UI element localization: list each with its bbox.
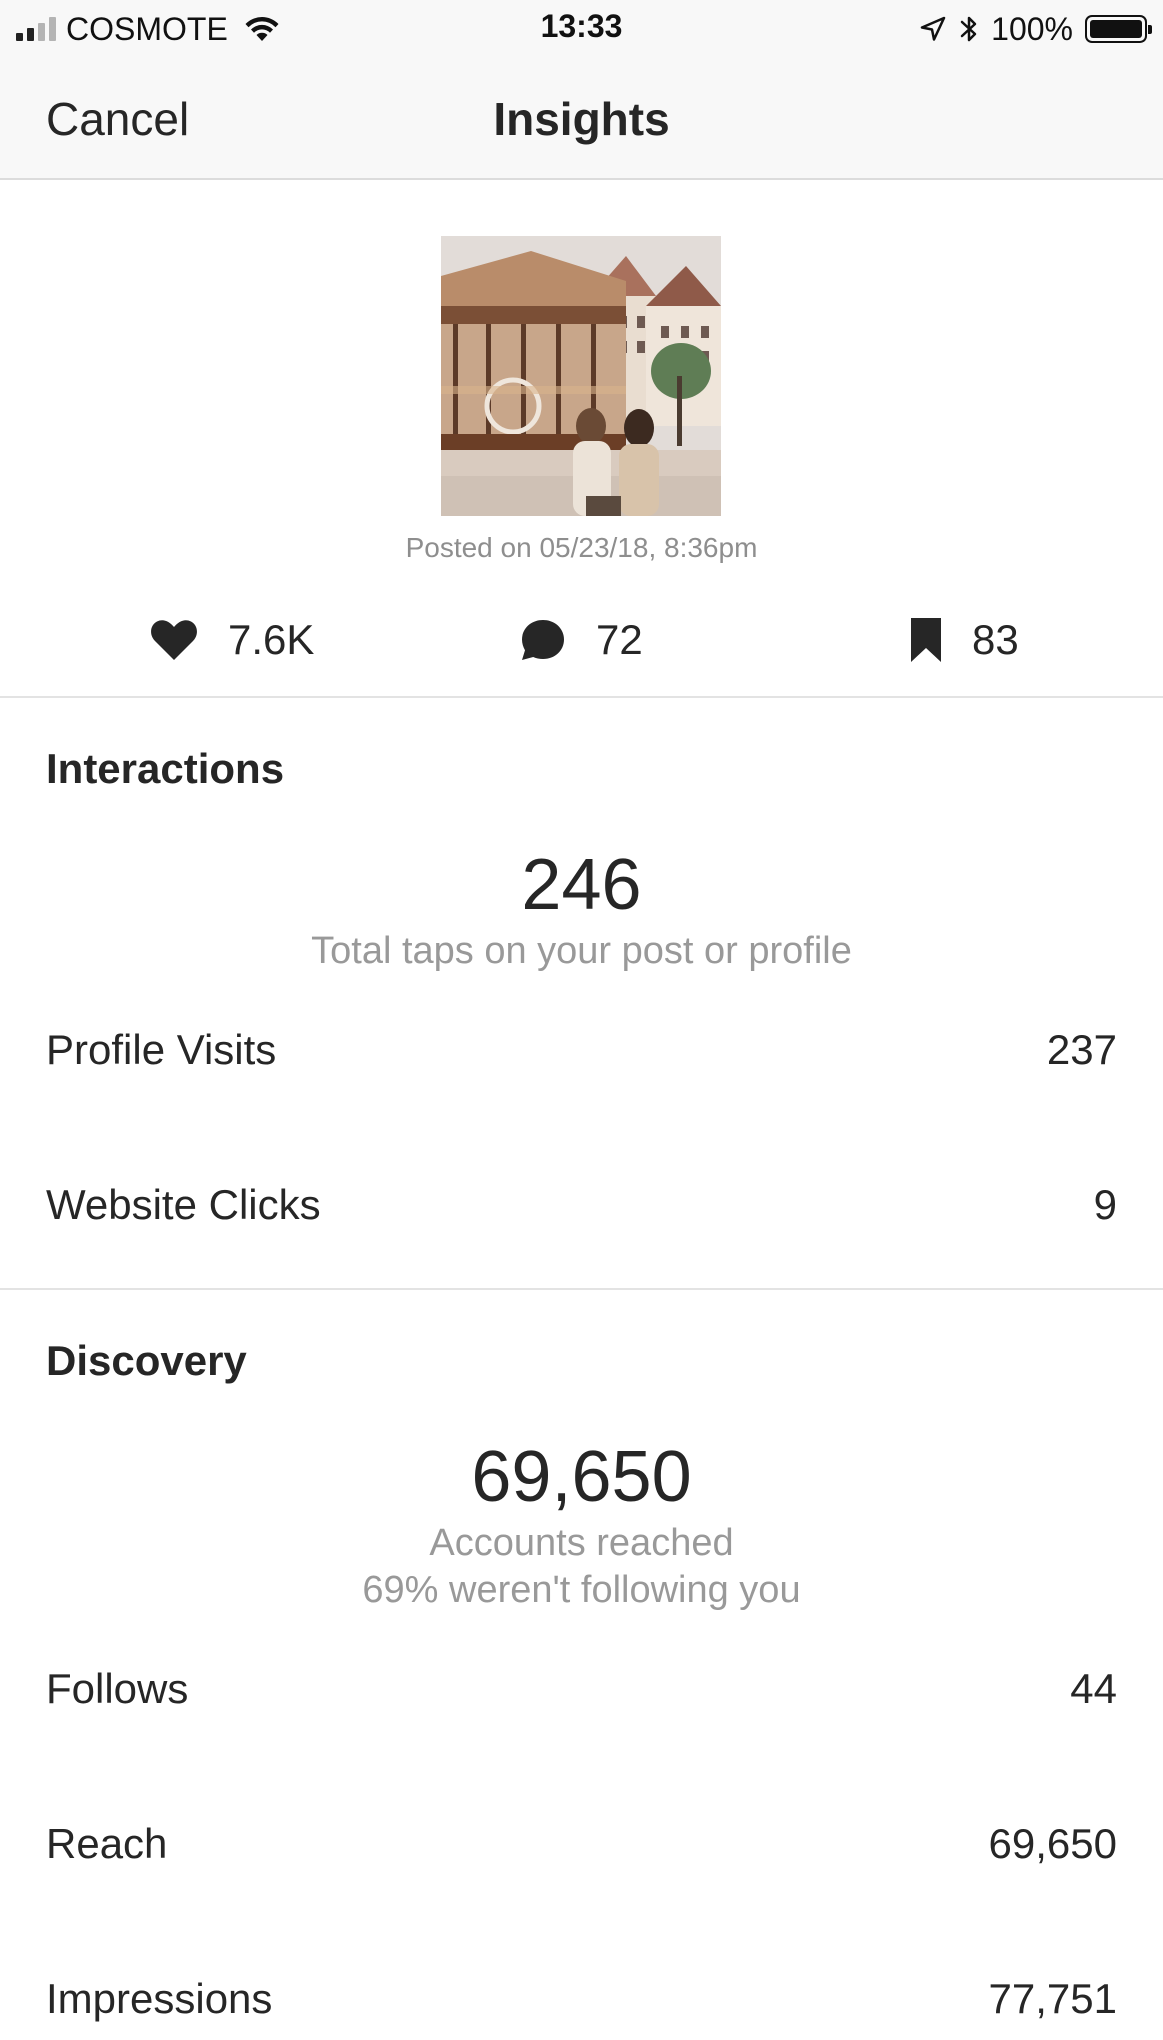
metric-row-reach: Reach 69,650	[46, 1814, 1117, 1874]
heart-icon	[151, 620, 197, 660]
discovery-caption-reached: Accounts reached	[429, 1522, 734, 1564]
saves-stat: 83	[910, 610, 1019, 670]
metric-value: 69,650	[988, 1820, 1117, 1867]
interactions-caption: Total taps on your post or profile	[311, 930, 852, 972]
section-divider	[0, 696, 1163, 698]
metric-label: Reach	[46, 1820, 168, 1867]
engagement-counts: 7.6K 72 83	[0, 610, 1163, 670]
likes-count: 7.6K	[228, 616, 315, 663]
metric-value: 77,751	[988, 1975, 1117, 2022]
status-bar: COSMOTE 13:33 100%	[0, 0, 1163, 58]
interactions-heading: Interactions	[46, 745, 285, 792]
battery-icon	[1085, 15, 1152, 43]
post-photo	[441, 236, 721, 516]
interactions-total: 246	[521, 845, 642, 925]
discovery-total: 69,650	[471, 1437, 692, 1517]
nav-bar: Cancel Insights	[0, 58, 1163, 180]
bookmark-icon	[911, 618, 941, 662]
battery-percent: 100%	[991, 10, 1073, 47]
battery-fill	[1090, 20, 1142, 38]
metric-row-impressions: Impressions 77,751	[46, 1969, 1117, 2029]
comments-stat: 72	[520, 610, 643, 670]
metric-row-profile-visits: Profile Visits 237	[46, 1020, 1117, 1080]
metric-label: Follows	[46, 1665, 189, 1712]
posted-date: Posted on 05/23/18, 8:36pm	[405, 532, 758, 563]
metric-value: 44	[1070, 1665, 1117, 1712]
metric-value: 9	[1093, 1181, 1117, 1228]
discovery-caption-not-following: 69% weren't following you	[362, 1569, 801, 1611]
page-title: Insights	[493, 93, 670, 145]
section-divider	[0, 1288, 1163, 1290]
location-arrow-icon	[920, 16, 946, 41]
comment-icon	[522, 620, 564, 660]
discovery-heading: Discovery	[46, 1337, 247, 1384]
metric-label: Profile Visits	[46, 1026, 277, 1073]
metric-row-website-clicks: Website Clicks 9	[46, 1175, 1117, 1235]
bluetooth-icon	[960, 16, 977, 42]
comments-count: 72	[596, 616, 643, 663]
metric-label: Impressions	[46, 1975, 273, 2022]
status-right: 100%	[919, 10, 1152, 48]
post-thumbnail[interactable]	[441, 236, 721, 516]
metric-row-follows: Follows 44	[46, 1659, 1117, 1719]
likes-stat: 7.6K	[150, 610, 314, 670]
saves-count: 83	[972, 616, 1019, 663]
metric-label: Website Clicks	[46, 1181, 321, 1228]
metric-value: 237	[1046, 1026, 1117, 1073]
